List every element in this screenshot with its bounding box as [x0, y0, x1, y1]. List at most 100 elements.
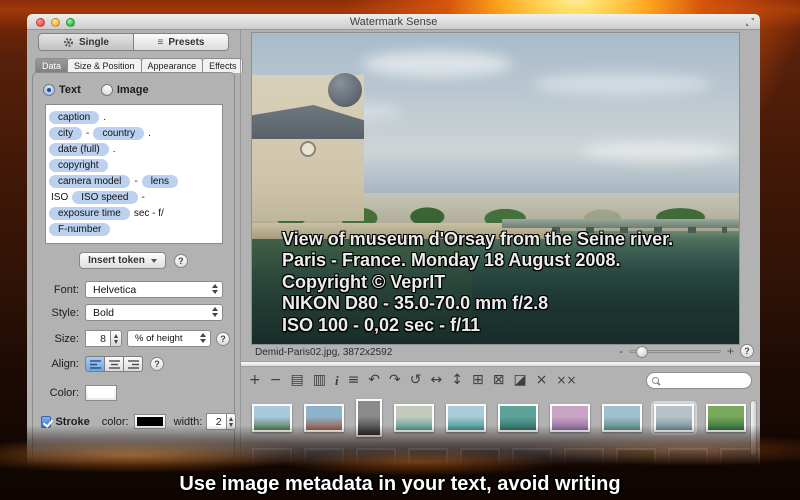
thumbnail-image[interactable]: [602, 404, 642, 432]
tab-appearance[interactable]: Appearance: [141, 58, 204, 73]
thumbnail-item[interactable]: [547, 401, 593, 435]
straighten-icon[interactable]: ◪: [513, 373, 526, 387]
token-pill[interactable]: copyright: [49, 159, 108, 172]
thumbnail-item[interactable]: [301, 401, 347, 435]
info-icon[interactable]: i: [335, 374, 339, 387]
size-field[interactable]: 8: [85, 330, 111, 347]
add-image-icon[interactable]: +: [249, 373, 261, 387]
align-help-button[interactable]: ?: [150, 357, 164, 371]
align-left-button[interactable]: [85, 356, 105, 372]
thumbnail-item[interactable]: [249, 401, 295, 435]
thumbnail-item[interactable]: [703, 401, 749, 435]
size-help-button[interactable]: ?: [216, 332, 230, 346]
save-all-icon[interactable]: ▥: [313, 373, 326, 387]
style-popup[interactable]: Bold: [85, 304, 223, 321]
image-preview[interactable]: View of museum d'Orsay from the Seine ri…: [251, 32, 740, 345]
thumbnail-item[interactable]: [391, 401, 437, 435]
thumbnail-item[interactable]: [353, 396, 385, 440]
thumbnail-image[interactable]: [512, 448, 552, 476]
text-color-well[interactable]: [85, 385, 117, 401]
thumbnail-item[interactable]: [495, 401, 541, 435]
token-pill[interactable]: camera model: [49, 175, 130, 188]
insert-token-help-button[interactable]: ?: [174, 254, 188, 268]
thumbnail-item[interactable]: [599, 401, 645, 435]
token-plain-text: .: [103, 110, 106, 126]
stroke-width-stepper[interactable]: [227, 413, 236, 430]
thumbnail-item[interactable]: [443, 401, 489, 435]
clear-icon[interactable]: ×: [536, 373, 548, 387]
zoom-help-button[interactable]: ?: [740, 344, 754, 358]
size-stepper[interactable]: [111, 330, 122, 347]
rotate-left-icon[interactable]: ↶: [368, 373, 380, 387]
zoom-slider-knob[interactable]: [636, 346, 648, 358]
thumbnail-image[interactable]: [564, 448, 604, 476]
style-value: Bold: [93, 307, 114, 319]
thumbnail-image[interactable]: [616, 448, 656, 476]
tab-data[interactable]: Data: [35, 58, 68, 73]
align-center-button[interactable]: [104, 356, 124, 372]
radio-image[interactable]: Image: [101, 84, 149, 96]
crop-icon[interactable]: ⊞: [472, 373, 484, 387]
thumbnail-image[interactable]: [668, 448, 708, 476]
stroke-checkbox[interactable]: [41, 416, 51, 428]
insert-token-button[interactable]: Insert token: [79, 252, 166, 269]
fullscreen-icon[interactable]: [745, 17, 755, 27]
marketing-caption: Use image metadata in your text, avoid w…: [0, 473, 800, 496]
rotate-right-icon[interactable]: ↷: [389, 373, 401, 387]
thumbnail-image[interactable]: [252, 448, 292, 476]
thumbnail-image[interactable]: [550, 404, 590, 432]
zoom-in-button[interactable]: +: [727, 346, 734, 356]
close-button[interactable]: [36, 18, 45, 27]
thumbnail-image[interactable]: [304, 404, 344, 432]
zoom-slider[interactable]: [629, 350, 721, 353]
thumbnail-image[interactable]: [356, 399, 382, 437]
zoom-out-button[interactable]: -: [619, 346, 623, 356]
watermark-text-editor[interactable]: caption.city-country.date (full).copyrig…: [45, 104, 223, 244]
token-pill[interactable]: ISO speed: [72, 191, 137, 204]
thumbnail-item[interactable]: [651, 401, 697, 435]
thumbnail-image[interactable]: [394, 404, 434, 432]
clear-all-icon[interactable]: ××: [556, 374, 576, 386]
stroke-color-label: color:: [102, 416, 129, 428]
align-right-button[interactable]: [123, 356, 143, 372]
thumbnail-image[interactable]: [654, 404, 694, 432]
list-view-icon[interactable]: ≡: [348, 373, 360, 387]
flip-horizontal-icon[interactable]: ↔: [431, 373, 443, 387]
token-pill[interactable]: date (full): [49, 143, 109, 156]
tab-effects[interactable]: Effects: [202, 58, 243, 73]
radio-text[interactable]: Text: [43, 84, 81, 96]
thumbnail-image[interactable]: [498, 404, 538, 432]
crop-all-icon[interactable]: ⊠: [493, 373, 505, 387]
stroke-color-well[interactable]: [134, 414, 166, 429]
token-pill[interactable]: city: [49, 127, 82, 140]
token-pill[interactable]: caption: [49, 111, 99, 124]
font-popup[interactable]: Helvetica: [85, 281, 223, 298]
thumbnail-image[interactable]: [706, 404, 746, 432]
token-pill[interactable]: country: [93, 127, 144, 140]
stroke-width-field[interactable]: 2: [206, 413, 226, 430]
size-unit-popup[interactable]: % of height: [127, 330, 211, 347]
token-pill[interactable]: lens: [142, 175, 178, 188]
zoom-button[interactable]: [66, 18, 75, 27]
thumbnail-image[interactable]: [446, 404, 486, 432]
flip-vertical-icon[interactable]: ↕: [451, 373, 463, 387]
search-field[interactable]: [646, 372, 752, 389]
thumbnail-image[interactable]: [252, 404, 292, 432]
thumbnail-image[interactable]: [408, 448, 448, 476]
popup-arrows-icon: [200, 333, 206, 343]
mode-button-single[interactable]: Single: [38, 33, 134, 51]
filmstrip-scrollbar[interactable]: [750, 400, 757, 456]
token-pill[interactable]: exposure time: [49, 207, 130, 220]
tab-size-position[interactable]: Size & Position: [67, 58, 142, 73]
mode-button-label: Presets: [168, 37, 204, 48]
mode-button-presets[interactable]: ≡Presets: [134, 33, 229, 51]
thumbnail-image[interactable]: [304, 448, 344, 476]
minimize-button[interactable]: [51, 18, 60, 27]
rotate-reset-icon[interactable]: ↺: [410, 373, 422, 387]
token-pill[interactable]: F-number: [49, 223, 110, 236]
thumbnail-image[interactable]: [356, 448, 396, 476]
remove-image-icon[interactable]: −: [270, 373, 282, 387]
thumbnail-image[interactable]: [460, 448, 500, 476]
title-bar[interactable]: Watermark Sense: [27, 14, 760, 30]
save-icon[interactable]: ▤: [290, 373, 303, 387]
